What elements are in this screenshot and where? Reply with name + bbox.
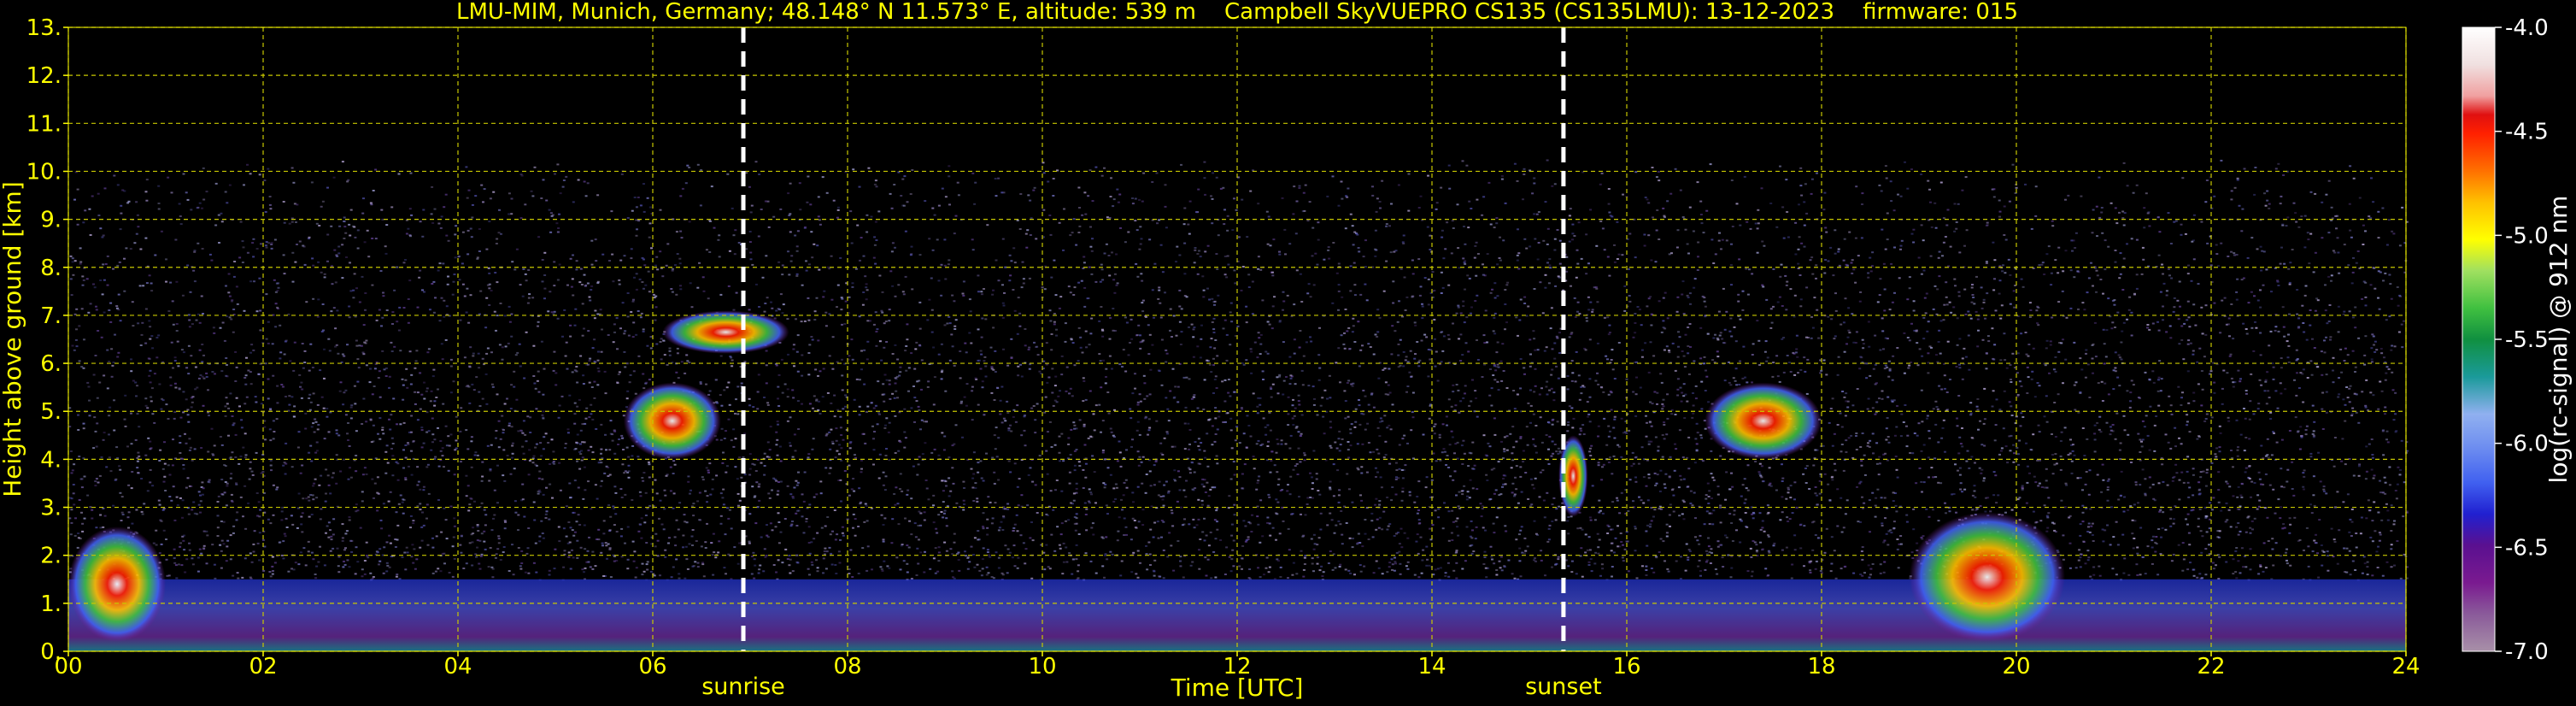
x-tick-label: 06 bbox=[638, 654, 666, 680]
feature-cloud-1 bbox=[662, 310, 789, 354]
colorbar-tick-label: -6.5 bbox=[2505, 535, 2549, 561]
chart-title: LMU-MIM, Munich, Germany; 48.148° N 11.5… bbox=[456, 0, 2018, 25]
x-tick-label: 02 bbox=[249, 654, 277, 680]
y-tick-label: 13. bbox=[26, 15, 62, 41]
x-tick-label: 20 bbox=[2002, 654, 2030, 680]
y-tick-label: 0. bbox=[40, 639, 62, 665]
y-tick-label: 8. bbox=[40, 256, 62, 281]
x-tick-label: 22 bbox=[2197, 654, 2225, 680]
sunrise-label: sunrise bbox=[701, 674, 785, 700]
x-tick-label: 24 bbox=[2391, 654, 2420, 680]
x-tick-label: 04 bbox=[443, 654, 472, 680]
y-tick-label: 6. bbox=[40, 351, 62, 377]
y-tick-label: 2. bbox=[40, 544, 62, 569]
x-tick-label: 08 bbox=[833, 654, 861, 680]
plot-area: sunrise sunset bbox=[67, 26, 2409, 700]
ceilometer-backscatter-chart: sunrise sunset 00 02 04 06 08 10 12 14 16 18 20 22 24… bbox=[0, 0, 2573, 702]
y-tick-label: 4. bbox=[40, 447, 62, 473]
y-tick-label: 3. bbox=[40, 496, 62, 521]
colorbar-tick-label: -7.0 bbox=[2505, 639, 2549, 665]
y-tick-label: 7. bbox=[40, 303, 62, 329]
feature-cloud-4 bbox=[1705, 382, 1822, 460]
x-tick-label: 16 bbox=[1612, 654, 1640, 680]
y-tick-label: 5. bbox=[40, 399, 62, 425]
colorbar-tick-label: -5.0 bbox=[2505, 223, 2549, 249]
feature-cloud-5 bbox=[1909, 512, 2065, 642]
x-tick-label: 14 bbox=[1417, 654, 1446, 680]
y-tick-label: 11. bbox=[26, 111, 62, 137]
colorbar: -4.0 -4.5 -5.0 -5.5 -6.0 -6.5 -7.0 log(rc-sign… bbox=[2462, 15, 2573, 665]
feature-cloud-2 bbox=[623, 382, 721, 460]
y-tick-label: 10. bbox=[26, 159, 62, 185]
colorbar-tick-label: -4.0 bbox=[2505, 15, 2549, 41]
y-tick-label: 9. bbox=[40, 208, 62, 233]
feature-cloud-6 bbox=[68, 527, 166, 642]
x-axis-label: Time [UTC] bbox=[1171, 674, 1304, 702]
y-axis-ticks: 0. 1. 2. 3. 4. 5. 6. 7. 8. 9. 10. 11. 12. 13. bbox=[26, 15, 68, 665]
y-tick-label: 12. bbox=[26, 63, 62, 89]
x-tick-label: 10 bbox=[1028, 654, 1056, 680]
y-axis-label: Height above ground [km] bbox=[0, 181, 26, 497]
colorbar-scale bbox=[2462, 26, 2496, 652]
colorbar-label: log(rc-signal) @ 912 nm bbox=[2544, 196, 2573, 484]
y-tick-label: 1. bbox=[40, 591, 62, 617]
colorbar-ticks: -4.0 -4.5 -5.0 -5.5 -6.0 -6.5 -7.0 bbox=[2495, 15, 2549, 665]
x-tick-label: 18 bbox=[1807, 654, 1835, 680]
sunset-label: sunset bbox=[1525, 674, 1602, 700]
colorbar-tick-label: -4.5 bbox=[2505, 120, 2549, 145]
colorbar-tick-label: -6.0 bbox=[2505, 432, 2549, 457]
colorbar-tick-label: -5.5 bbox=[2505, 327, 2549, 353]
